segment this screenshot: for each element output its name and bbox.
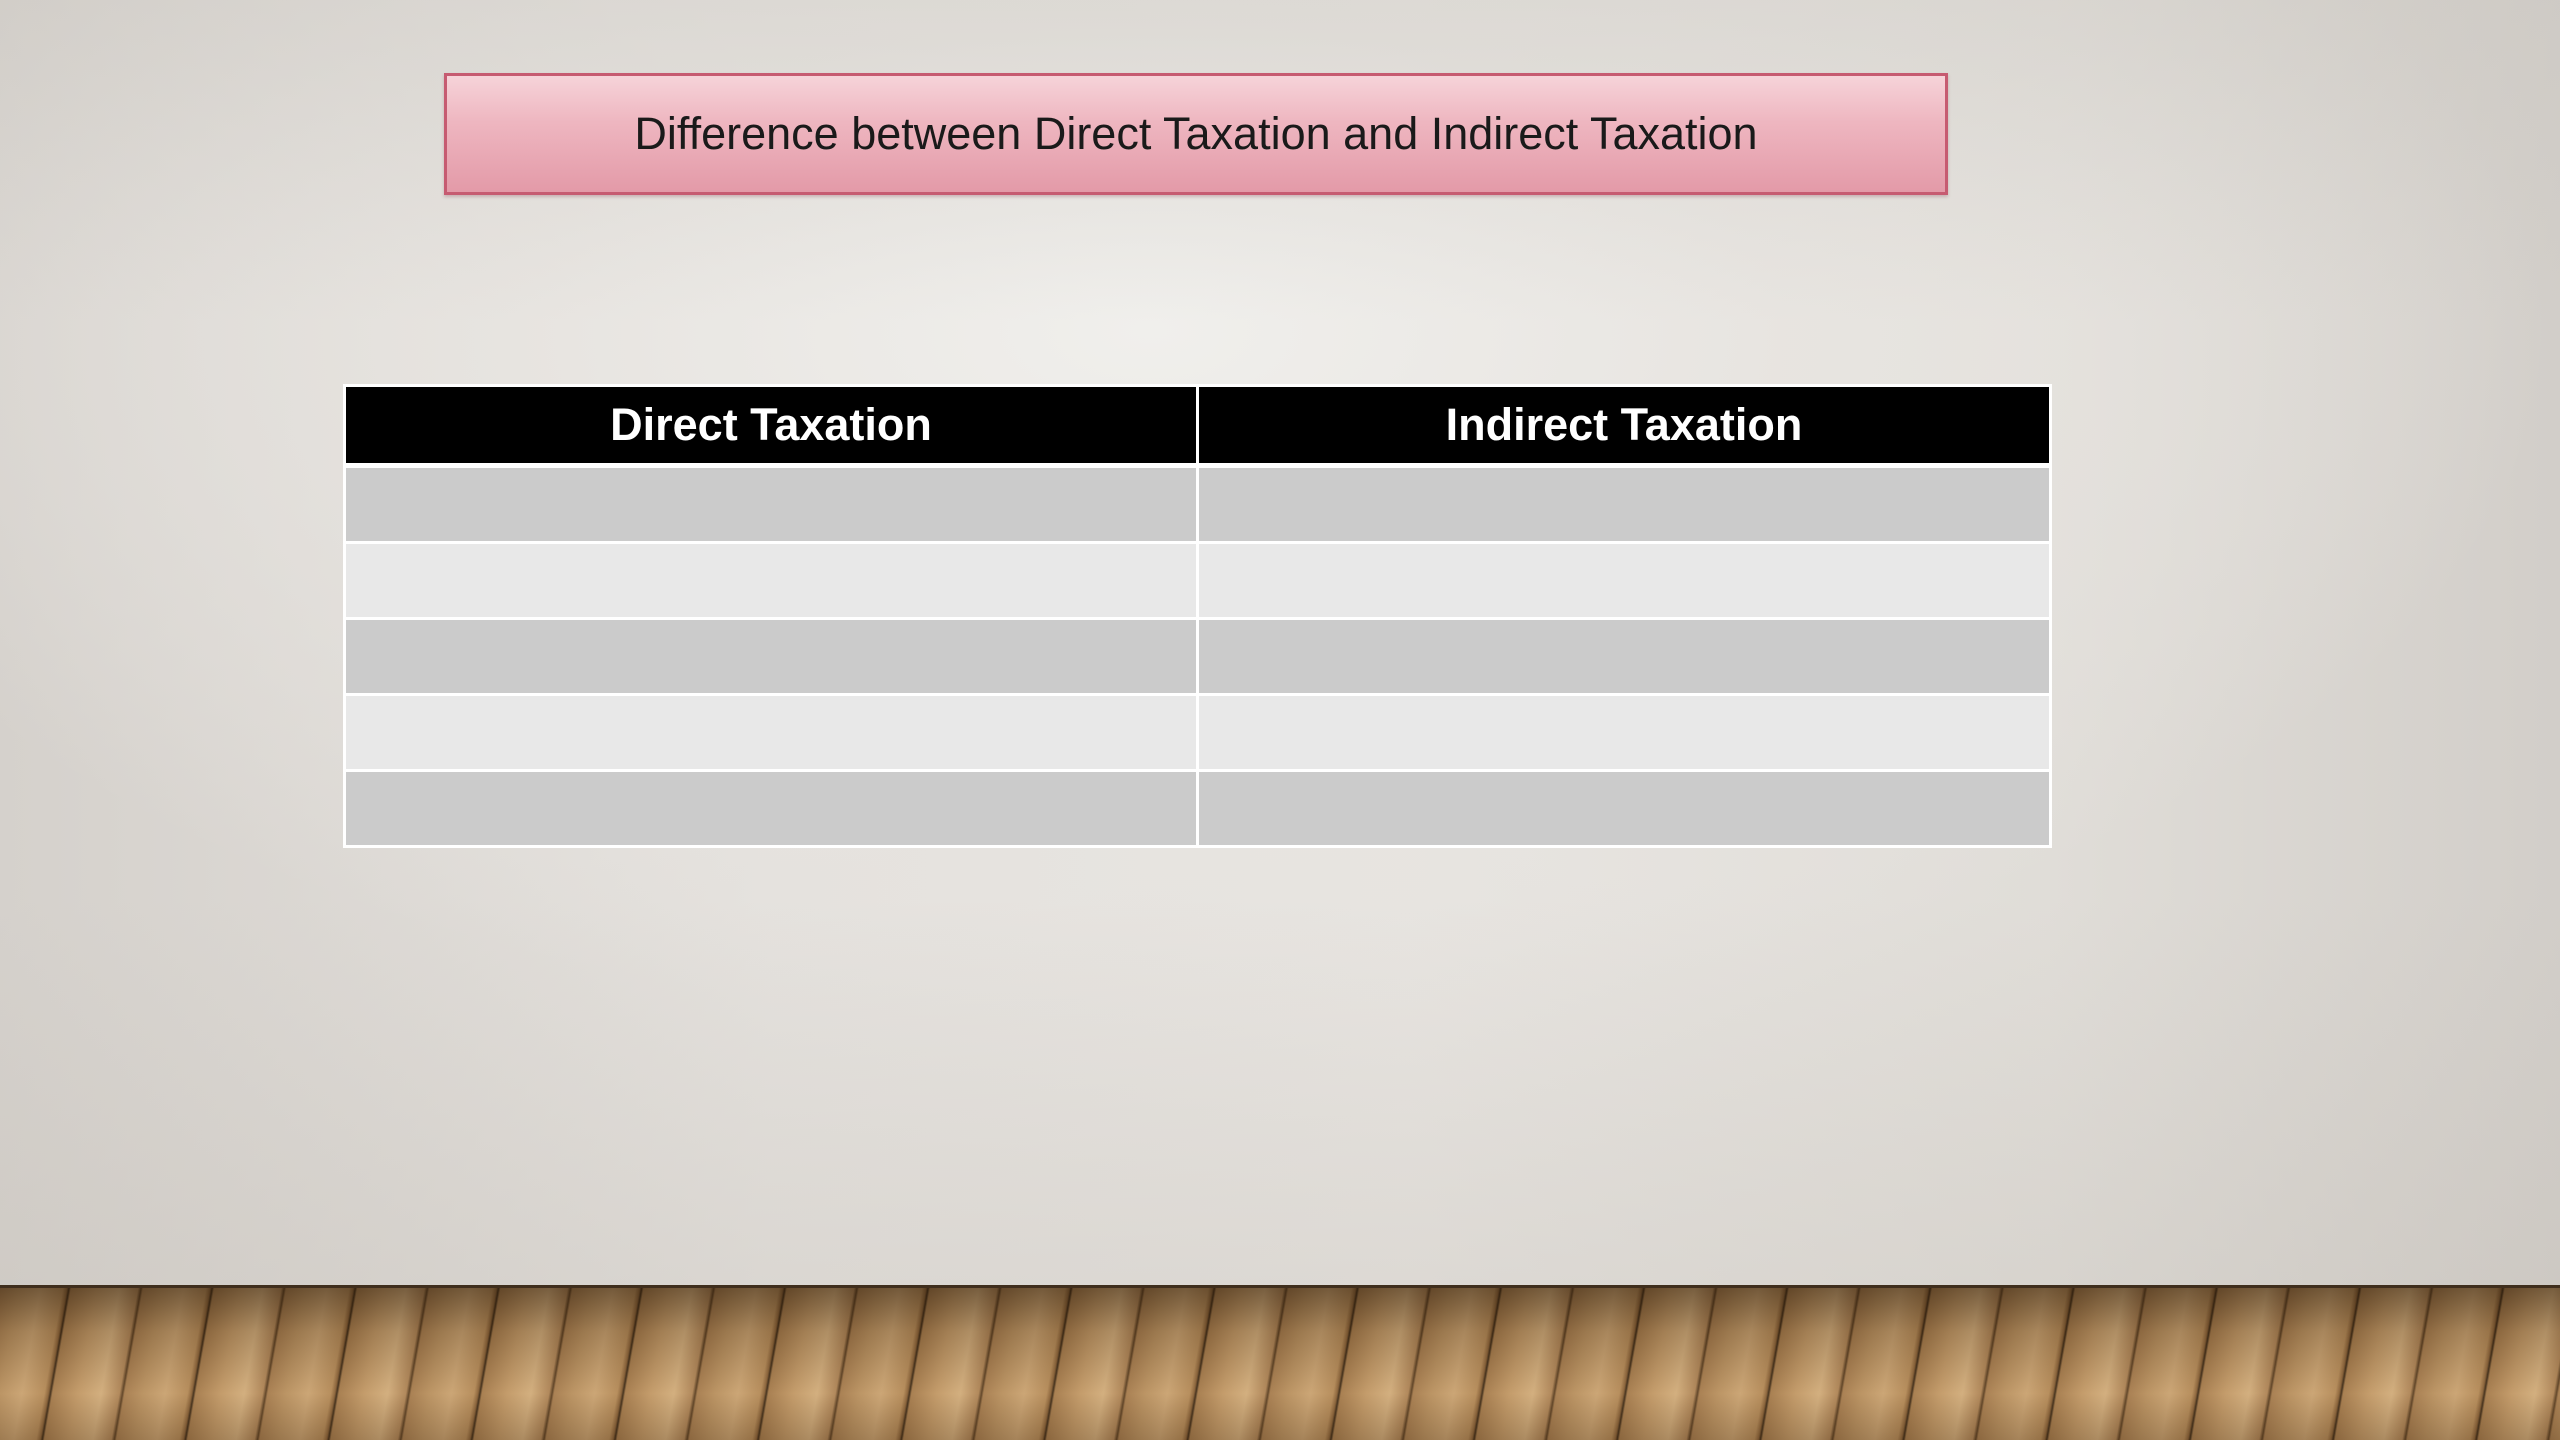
- table-cell-direct: [343, 693, 1199, 772]
- table-cell-direct: [343, 769, 1199, 848]
- header-indirect-taxation: Indirect Taxation: [1196, 384, 2052, 468]
- header-direct-taxation: Direct Taxation: [343, 384, 1199, 468]
- presentation-slide: Difference between Direct Taxation and I…: [0, 0, 2560, 1440]
- slide-title: Difference between Direct Taxation and I…: [634, 108, 1758, 159]
- table-cell-indirect: [1196, 541, 2052, 620]
- table-cell-indirect: [1196, 617, 2052, 696]
- slide-title-box: Difference between Direct Taxation and I…: [444, 73, 1948, 195]
- table-row: [343, 617, 2052, 696]
- table-row: [343, 693, 2052, 772]
- floor-shading: [0, 1285, 2560, 1440]
- table-cell-direct: [343, 464, 1199, 544]
- table-cell-indirect: [1196, 464, 2052, 544]
- table-cell-direct: [343, 541, 1199, 620]
- table-header-row: Direct Taxation Indirect Taxation: [343, 384, 2052, 468]
- comparison-table-container: Direct Taxation Indirect Taxation: [343, 384, 2052, 848]
- table-cell-indirect: [1196, 693, 2052, 772]
- table-row: [343, 769, 2052, 848]
- table-cell-direct: [343, 617, 1199, 696]
- table-cell-indirect: [1196, 769, 2052, 848]
- comparison-table: Direct Taxation Indirect Taxation: [343, 384, 2052, 848]
- table-row: [343, 541, 2052, 620]
- table-row: [343, 464, 2052, 544]
